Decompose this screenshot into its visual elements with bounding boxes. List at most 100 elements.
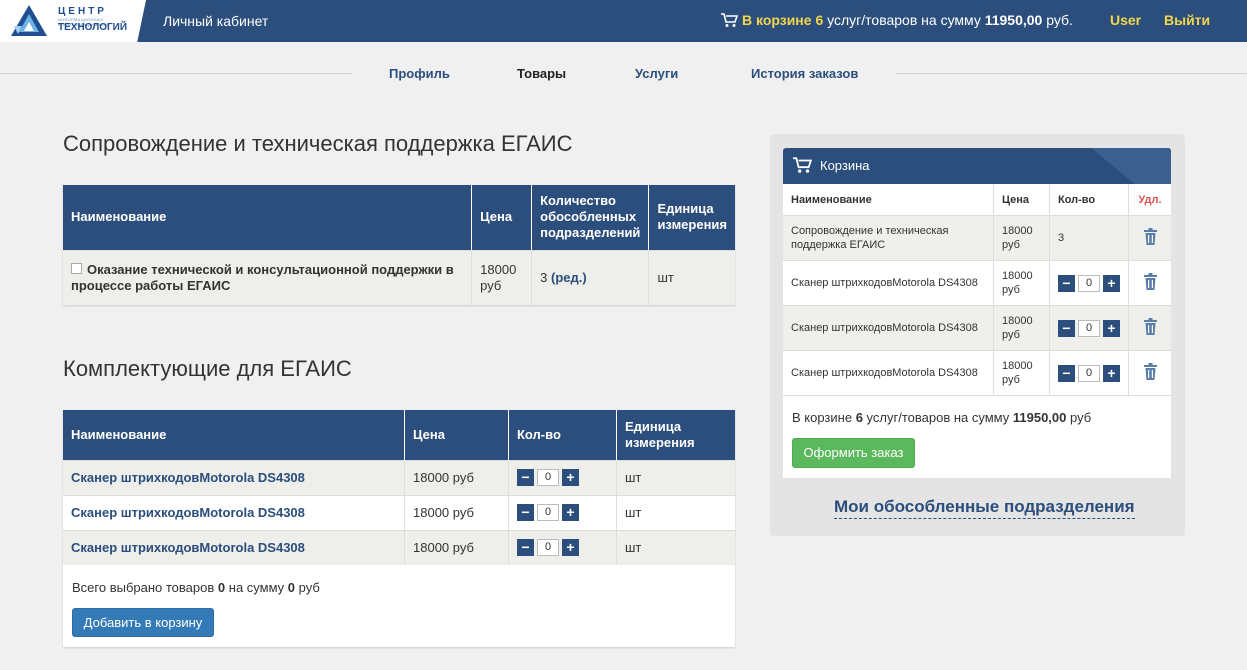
service-name-cell: Оказание технической и консультационной … <box>63 249 473 305</box>
quantity-stepper-cell: − 0 + <box>508 459 617 495</box>
cart-total-sum: 11950,00 <box>1012 410 1067 425</box>
header-cart-count: 6 <box>815 12 824 28</box>
cart-table: Наименование Цена Кол-во Удл. Сопровожде… <box>783 184 1171 396</box>
minus-icon[interactable]: − <box>517 539 534 557</box>
quantity-input[interactable]: 0 <box>1078 364 1100 382</box>
quantity-input[interactable]: 0 <box>537 469 559 486</box>
col-price: Цена <box>993 184 1050 216</box>
quantity-stepper: − 0 + <box>1058 319 1120 337</box>
tab-goods[interactable]: Товары <box>517 66 566 81</box>
total-currency: руб <box>298 580 320 595</box>
quantity-input[interactable]: 0 <box>537 504 559 521</box>
plus-icon[interactable]: + <box>562 539 579 557</box>
cart-item-name: Сканер штрихкодовMotorola DS4308 <box>783 350 994 396</box>
header-cart-currency: руб. <box>1046 12 1073 28</box>
quantity-stepper-cell: − 0 + <box>1049 305 1129 351</box>
table-row: Сканер штрихкодовMotorola DS4308 18000 р… <box>783 305 1171 351</box>
trash-icon[interactable] <box>1143 272 1157 290</box>
trash-icon[interactable] <box>1143 362 1157 380</box>
total-prefix: Всего выбрано товаров <box>72 580 215 595</box>
cart-total-mid: услуг/товаров на сумму <box>866 410 1010 425</box>
component-name[interactable]: Сканер штрихкодовMotorola DS4308 <box>63 459 405 495</box>
table-header-row: Наименование Цена Кол-во Удл. <box>783 184 1171 216</box>
cart-header-decoration <box>1091 148 1171 184</box>
delete-cell <box>1128 215 1171 261</box>
tab-services[interactable]: Услуги <box>635 66 678 81</box>
logo-text-line1: ЦЕНТР <box>58 6 107 17</box>
table-row: Сканер штрихкодовMotorola DS4308 18000 р… <box>783 350 1171 396</box>
cart-header: Корзина <box>783 148 1171 184</box>
minus-icon[interactable]: − <box>1058 364 1075 382</box>
header-cart-sum: 11950,00 <box>984 12 1043 28</box>
table-row: Сканер штрихкодовMotorola DS4308 18000 р… <box>63 459 735 495</box>
plus-icon[interactable]: + <box>1103 319 1120 337</box>
component-name[interactable]: Сканер штрихкодовMotorola DS4308 <box>63 529 405 565</box>
col-qty: Кол-во <box>508 410 617 460</box>
edit-link[interactable]: (ред.) <box>551 270 587 285</box>
logo[interactable]: ЦЕНТР ИНФОРМАЦИОННЫХ КОММУНИКАЦИОННЫХ ТЕ… <box>0 0 146 42</box>
cart-icon <box>721 13 738 27</box>
add-to-cart-button[interactable]: Добавить в корзину <box>72 608 214 637</box>
quantity-stepper-cell: − 0 + <box>508 494 617 530</box>
header-cart-summary[interactable]: В корзине 6 услуг/товаров на сумму 11950… <box>721 12 1073 28</box>
quantity-input[interactable]: 0 <box>1078 319 1100 337</box>
col-unit: Единица измерения <box>616 410 735 460</box>
component-unit: шт <box>616 494 735 530</box>
logo-icon <box>11 5 47 36</box>
cart-item-qty: 3 <box>1049 215 1129 261</box>
quantity-stepper: − 0 + <box>517 504 579 521</box>
quantity-stepper-cell: − 0 + <box>1049 350 1129 396</box>
quantity-stepper: − 0 + <box>1058 364 1120 382</box>
cart-item-price: 18000 руб <box>993 305 1050 351</box>
service-price: 18000 руб <box>471 249 533 305</box>
quantity-input[interactable]: 0 <box>1078 274 1100 292</box>
total-sum: 0 <box>287 580 296 595</box>
col-delete: Удл. <box>1128 184 1171 216</box>
col-name: Наименование <box>63 410 405 460</box>
col-qty: Кол-во <box>1049 184 1129 216</box>
col-price: Цена <box>404 410 509 460</box>
cart-item-name: Сканер штрихкодовMotorola DS4308 <box>783 305 994 351</box>
minus-icon[interactable]: − <box>1058 319 1075 337</box>
component-unit: шт <box>616 459 735 495</box>
minus-icon[interactable]: − <box>1058 274 1075 292</box>
total-count: 0 <box>217 580 226 595</box>
plus-icon[interactable]: + <box>1103 364 1120 382</box>
plus-icon[interactable]: + <box>562 504 579 521</box>
col-name: Наименование <box>783 184 994 216</box>
components-title: Комплектующие для ЕГАИС <box>63 356 352 381</box>
my-divisions-link[interactable]: Мои обособленные подразделения <box>834 497 1135 519</box>
minus-icon[interactable]: − <box>517 504 534 521</box>
component-price: 18000 руб <box>404 494 509 530</box>
cart-item-price: 18000 руб <box>993 215 1050 261</box>
quantity-input[interactable]: 0 <box>537 539 559 557</box>
table-header-row: Наименование Цена Количество обособленны… <box>63 185 735 250</box>
header-cart-mid: услуг/товаров на сумму <box>827 12 981 28</box>
services-table: Наименование Цена Количество обособленны… <box>63 185 735 305</box>
checkout-button[interactable]: Оформить заказ <box>792 438 915 468</box>
table-row: Сканер штрихкодовMotorola DS4308 18000 р… <box>783 260 1171 306</box>
nav-divider-right <box>895 73 1247 74</box>
col-divisions: Количество обособленных подразделений <box>531 185 650 250</box>
cart-total-currency: руб <box>1070 410 1092 425</box>
logout-link[interactable]: Выйти <box>1164 12 1210 28</box>
cart-item-price: 18000 руб <box>993 350 1050 396</box>
cart-total-count: 6 <box>855 410 863 425</box>
plus-icon[interactable]: + <box>562 469 579 486</box>
trash-icon[interactable] <box>1143 317 1157 335</box>
quantity-stepper: − 0 + <box>1058 274 1120 292</box>
service-qty: 3 <box>540 270 548 286</box>
cart-total-prefix: В корзине <box>792 410 853 425</box>
tab-order-history[interactable]: История заказов <box>751 66 858 81</box>
tab-profile[interactable]: Профиль <box>389 66 450 81</box>
cart-total: В корзине 6 услуг/товаров на сумму 11950… <box>792 410 1091 425</box>
checkbox-icon[interactable] <box>71 262 82 274</box>
component-price: 18000 руб <box>404 459 509 495</box>
delete-cell <box>1128 260 1171 306</box>
minus-icon[interactable]: − <box>517 469 534 486</box>
user-link[interactable]: User <box>1110 12 1141 28</box>
table-row: Оказание технической и консультационной … <box>63 249 735 305</box>
component-name[interactable]: Сканер штрихкодовMotorola DS4308 <box>63 494 405 530</box>
plus-icon[interactable]: + <box>1103 274 1120 292</box>
trash-icon[interactable] <box>1143 227 1157 245</box>
